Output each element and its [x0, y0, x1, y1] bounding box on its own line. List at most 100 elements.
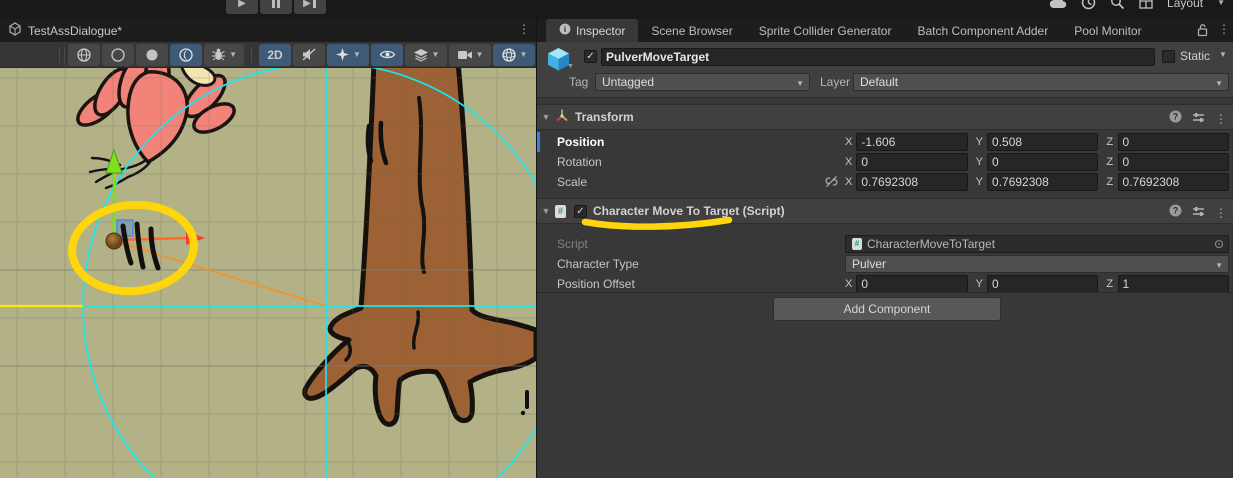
- scene-viewport[interactable]: [0, 68, 536, 478]
- scene-tab-title: TestAssDialogue*: [28, 24, 122, 38]
- scene-pane-tab[interactable]: TestAssDialogue*: [8, 19, 122, 42]
- layers-dropdown-button[interactable]: ▼: [405, 44, 447, 66]
- audio-muted-button[interactable]: [293, 44, 325, 66]
- layer-dropdown[interactable]: Default▼: [853, 73, 1229, 91]
- component-menu-icon[interactable]: ⋮: [1215, 206, 1227, 220]
- transform-foldout-icon[interactable]: ▼: [537, 112, 555, 122]
- offset-z-input[interactable]: [1118, 275, 1229, 293]
- position-offset-fields: X Y Z: [845, 274, 1229, 294]
- static-label: Static: [1180, 49, 1210, 63]
- position-label: Position: [557, 132, 604, 152]
- position-z-input[interactable]: [1118, 133, 1229, 151]
- scale-z-input[interactable]: [1118, 173, 1229, 191]
- static-checkbox[interactable]: [1162, 50, 1175, 63]
- rotation-x-input[interactable]: [856, 153, 967, 171]
- target-connection-line: [114, 241, 326, 306]
- layout-grid-icon: [1139, 0, 1153, 9]
- main-toolbar: ▶ ▶ Layout ▼: [0, 0, 1233, 19]
- annotation-yellow-ellipse: [68, 200, 197, 296]
- pause-button[interactable]: [260, 0, 292, 14]
- inspector-panel: ▼ ✓ Static ▼ Tag Untagged▼ Layer Default…: [537, 42, 1233, 478]
- character-type-label: Character Type: [557, 254, 639, 274]
- search-icon[interactable]: [1110, 0, 1125, 10]
- history-icon[interactable]: [1081, 0, 1096, 10]
- render-wireframe-sphere-button[interactable]: [68, 44, 100, 66]
- play-controls: ▶ ▶: [226, 0, 326, 14]
- presets-icon[interactable]: [1192, 204, 1205, 222]
- svg-text:i: i: [564, 25, 566, 34]
- position-offset-label: Position Offset: [557, 274, 635, 294]
- layout-dropdown[interactable]: Layout: [1167, 0, 1203, 10]
- character-type-dropdown[interactable]: Pulver▼: [845, 255, 1229, 273]
- layer-label: Layer: [820, 75, 850, 89]
- tab-strip: TestAssDialogue* ⋮ i Inspector Scene Bro…: [0, 19, 1233, 42]
- component-menu-icon[interactable]: ⋮: [1215, 112, 1227, 126]
- scale-x-input[interactable]: [856, 173, 967, 191]
- scale-y-input[interactable]: [987, 173, 1098, 191]
- script-object-field[interactable]: # CharacterMoveToTarget ⊙: [845, 235, 1229, 253]
- help-icon[interactable]: ?: [1169, 110, 1182, 128]
- offset-y-input[interactable]: [987, 275, 1098, 293]
- tab-sprite-collider-generator[interactable]: Sprite Collider Generator: [746, 19, 905, 42]
- gameobject-header: ▼ ✓ Static ▼ Tag Untagged▼ Layer Default…: [537, 42, 1233, 98]
- transform-icon: [555, 108, 569, 127]
- move-script-enabled-checkbox[interactable]: ✓: [574, 205, 587, 218]
- render-filled-circle-button[interactable]: [136, 44, 168, 66]
- add-component-button[interactable]: Add Component: [773, 297, 1001, 321]
- rotation-y-input[interactable]: [987, 153, 1098, 171]
- mode-2d-button[interactable]: 2D: [259, 44, 291, 66]
- help-icon[interactable]: ?: [1169, 204, 1182, 222]
- rotation-z-input[interactable]: [1118, 153, 1229, 171]
- move-target-object[interactable]: [106, 233, 122, 249]
- svg-text:?: ?: [1173, 206, 1179, 216]
- gameobject-active-checkbox[interactable]: ✓: [584, 50, 597, 63]
- static-caret-icon[interactable]: ▼: [1219, 50, 1227, 59]
- camera-dropdown-button[interactable]: ▼: [449, 44, 491, 66]
- debug-bug-dropdown-button[interactable]: ▼: [204, 44, 244, 66]
- tab-pool-monitor[interactable]: Pool Monitor: [1061, 19, 1154, 42]
- tab-batch-component-adder[interactable]: Batch Component Adder: [904, 19, 1061, 42]
- move-script-title: Character Move To Target (Script): [593, 204, 785, 218]
- step-button[interactable]: ▶: [294, 0, 326, 14]
- tab-scene-browser[interactable]: Scene Browser: [638, 19, 745, 42]
- move-script-foldout-icon[interactable]: ▼: [537, 206, 555, 216]
- inspector-lock-icon[interactable]: [1196, 23, 1208, 40]
- prefab-override-bar: [537, 132, 540, 152]
- rotation-fields: X Y Z: [845, 152, 1229, 172]
- gizmos-dropdown-button[interactable]: ▼: [493, 44, 535, 66]
- position-x-input[interactable]: [856, 133, 967, 151]
- csharp-script-icon: #: [555, 205, 566, 218]
- play-button[interactable]: ▶: [226, 0, 258, 14]
- rotation-label: Rotation: [557, 152, 602, 172]
- position-y-input[interactable]: [987, 133, 1098, 151]
- csharp-script-icon: #: [852, 238, 862, 250]
- tab-inspector[interactable]: i Inspector: [546, 19, 638, 42]
- inspector-pane-menu-icon[interactable]: ⋮: [1218, 22, 1230, 36]
- unity-editor-window: ▶ ▶ Layout ▼ TestAssDialogue* ⋮ i Inspec…: [0, 0, 1233, 478]
- position-fields: X Y Z: [845, 132, 1229, 152]
- offset-x-input[interactable]: [856, 275, 967, 293]
- constrain-proportions-icon[interactable]: [825, 175, 838, 193]
- object-picker-icon[interactable]: ⊙: [1214, 237, 1224, 251]
- effects-dropdown-button[interactable]: ▼: [327, 44, 369, 66]
- move-script-header[interactable]: ▼ # ✓ Character Move To Target (Script) …: [537, 198, 1233, 224]
- bird-sprite: [72, 68, 238, 188]
- tree-sprite: [305, 68, 536, 424]
- render-crescent-button[interactable]: [170, 44, 202, 66]
- gameobject-name-input[interactable]: [601, 48, 1155, 66]
- scene-view-toolbar: ▼ 2D ▼ ▼ ▼ ▼: [0, 42, 536, 68]
- render-shaded-sphere-button[interactable]: [102, 44, 134, 66]
- gameobject-cube-icon[interactable]: ▼: [545, 46, 572, 78]
- transform-header[interactable]: ▼ Transform ? ⋮: [537, 104, 1233, 130]
- cloud-icon[interactable]: [1049, 0, 1067, 10]
- info-icon: i: [559, 23, 571, 38]
- layout-caret-icon: ▼: [1217, 0, 1225, 7]
- cube-caret-icon: ▼: [567, 63, 574, 70]
- tag-label: Tag: [569, 75, 588, 89]
- scene-canvas: [0, 68, 536, 478]
- presets-icon[interactable]: [1192, 110, 1205, 128]
- scale-fields: X Y Z: [845, 172, 1229, 192]
- scene-pane-menu-icon[interactable]: ⋮: [518, 22, 530, 36]
- tag-dropdown[interactable]: Untagged▼: [595, 73, 810, 91]
- scene-visibility-eye-button[interactable]: [371, 44, 403, 66]
